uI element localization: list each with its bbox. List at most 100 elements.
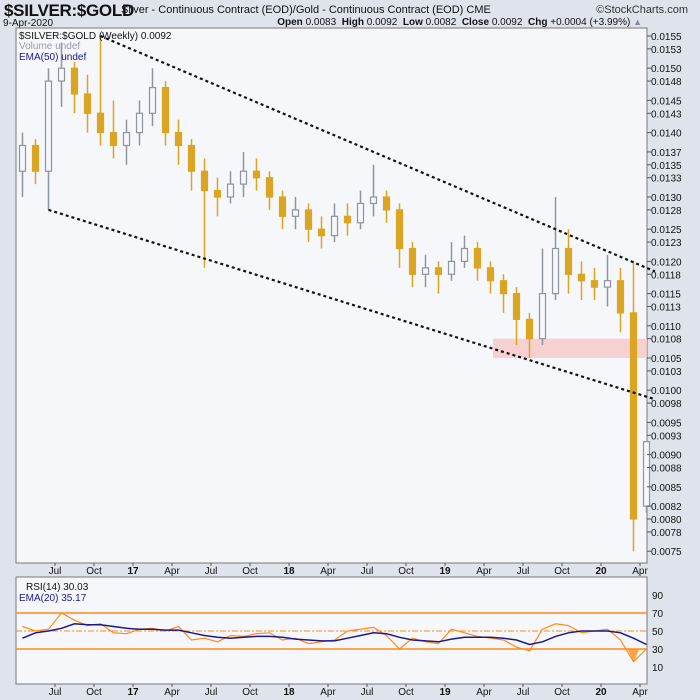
candle-body xyxy=(499,280,508,295)
candle-body xyxy=(174,132,183,147)
candle-body xyxy=(382,196,391,211)
x-tick-label: 18 xyxy=(283,566,295,577)
y-tick-label: 0.0140 xyxy=(651,129,682,140)
y-tick-label: 0.0150 xyxy=(651,64,682,75)
candle-body xyxy=(109,132,118,147)
y-tick-label: 0.0110 xyxy=(651,322,681,333)
candle-body xyxy=(421,267,430,275)
candle-body xyxy=(96,112,105,134)
x-tick-label: 20 xyxy=(595,687,607,698)
price-panel xyxy=(15,27,648,564)
y-tick-label: 0.0130 xyxy=(651,193,682,204)
y-tick-label: 0.0118 xyxy=(651,270,681,281)
y-tick-label: 0.0095 xyxy=(651,418,682,429)
x-tick-label: Apr xyxy=(164,687,180,698)
candle-body xyxy=(278,196,287,217)
candle-body xyxy=(83,93,92,114)
candle-body xyxy=(512,293,521,320)
candle-body xyxy=(44,80,53,172)
y-tick-label: 0.0080 xyxy=(651,515,682,526)
x-tick-label: Oct xyxy=(554,687,570,698)
candle-body xyxy=(330,215,339,237)
x-tick-label: 18 xyxy=(283,687,295,698)
candle-body xyxy=(148,86,157,114)
candle-body xyxy=(161,86,170,134)
candle-body xyxy=(486,267,495,282)
candle-body xyxy=(304,209,313,230)
candle-body xyxy=(460,247,469,263)
candle-body xyxy=(473,247,482,269)
candle-body xyxy=(70,67,79,95)
x-tick-label: 17 xyxy=(127,687,139,698)
y-tick-label: 0.0088 xyxy=(651,463,682,474)
candle-body xyxy=(577,273,586,282)
candle-body xyxy=(642,441,651,507)
x-tick-label: Jul xyxy=(361,687,374,698)
y-tick-label: 0.0085 xyxy=(651,483,682,494)
x-tick-label: 19 xyxy=(439,687,451,698)
x-tick-label: 17 xyxy=(127,566,139,577)
y-tick-label: 0.0145 xyxy=(651,96,682,107)
candle-body xyxy=(31,144,40,172)
candle-body xyxy=(629,312,638,520)
x-tick-label: Apr xyxy=(320,566,336,577)
rsi-tick-label: 50 xyxy=(652,627,664,638)
x-tick-label: Jul xyxy=(517,687,530,698)
y-tick-label: 0.0113 xyxy=(651,302,681,313)
x-tick-label: Oct xyxy=(554,566,570,577)
y-tick-label: 0.0090 xyxy=(651,451,682,462)
candle-body xyxy=(564,247,573,275)
y-tick-label: 0.0103 xyxy=(651,367,682,378)
candle-body xyxy=(551,247,560,295)
y-tick-label: 0.0143 xyxy=(651,109,682,120)
chart-canvas: 0.0155 0.0153 0.0150 0.0148 0.0145 0.0143 0.01… xyxy=(15,27,682,698)
rsi-ema-legend: EMA(20) 35.17 xyxy=(19,593,87,604)
candle-body xyxy=(395,209,404,250)
volume-legend: Volume undef xyxy=(19,41,80,52)
candle-body xyxy=(122,132,131,147)
candle-body xyxy=(226,183,235,198)
x-tick-label: Apr xyxy=(164,566,180,577)
rsi-tick-label: 30 xyxy=(652,645,664,656)
x-tick-label: Apr xyxy=(476,566,492,577)
candle-body xyxy=(135,112,144,134)
x-tick-label: Oct xyxy=(86,566,102,577)
x-tick-label: 19 xyxy=(439,566,451,577)
candle-body xyxy=(447,260,456,275)
candle-body xyxy=(187,144,196,172)
candle-body xyxy=(343,215,352,224)
x-tick-label: Apr xyxy=(476,687,492,698)
candle-body xyxy=(265,177,274,198)
rsi-tick-label: 90 xyxy=(652,591,664,602)
candle-body xyxy=(434,267,443,275)
y-tick-label: 0.0137 xyxy=(651,148,682,159)
candle-body xyxy=(213,189,222,198)
x-tick-label: Oct xyxy=(242,687,258,698)
x-tick-label: Apr xyxy=(632,566,648,577)
y-tick-label: 0.0100 xyxy=(651,386,682,397)
x-tick-label: Jul xyxy=(49,566,62,577)
y-tick-label: 0.0128 xyxy=(651,206,682,217)
rsi-tick-label: 70 xyxy=(652,609,664,620)
y-tick-label: 0.0098 xyxy=(651,399,682,410)
candle-body xyxy=(356,202,365,224)
candle-body xyxy=(317,228,326,237)
candle-body xyxy=(18,144,27,172)
y-tick-label: 0.0120 xyxy=(651,257,682,268)
x-tick-label: Oct xyxy=(86,687,102,698)
x-tick-label: Jul xyxy=(361,566,374,577)
x-tick-label: Jul xyxy=(49,687,62,698)
x-tick-label: Jul xyxy=(517,566,530,577)
y-tick-label: 0.0108 xyxy=(651,335,682,346)
y-tick-label: 0.0075 xyxy=(651,547,682,558)
x-tick-label: Oct xyxy=(398,687,414,698)
candle-body xyxy=(291,209,300,217)
x-tick-label: Jul xyxy=(205,566,218,577)
candle-body xyxy=(538,293,547,340)
y-tick-label: 0.0082 xyxy=(651,502,682,513)
y-tick-label: 0.0115 xyxy=(651,290,681,301)
y-tick-label: 0.0123 xyxy=(651,238,682,249)
y-tick-label: 0.0078 xyxy=(651,528,682,539)
x-tick-label: Apr xyxy=(320,687,336,698)
candle-body xyxy=(616,280,625,314)
